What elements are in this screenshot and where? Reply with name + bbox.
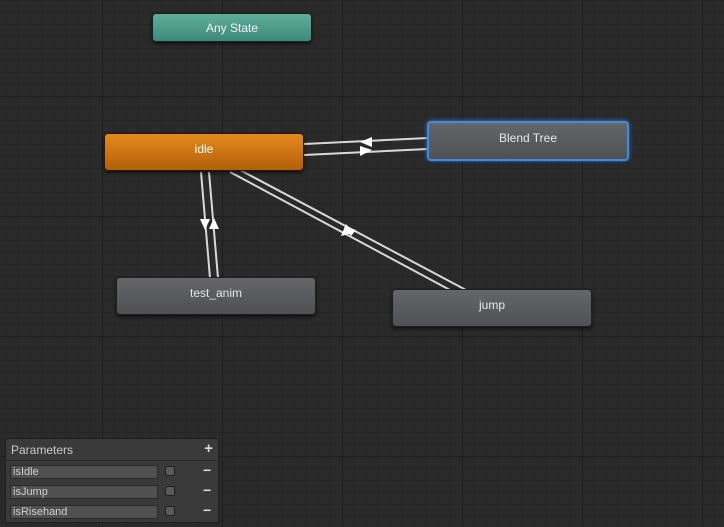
parameters-header: Parameters + (6, 439, 218, 461)
transition-arrow (200, 219, 210, 230)
add-parameter-button[interactable]: + (204, 440, 213, 457)
parameter-row: isRisehand − (6, 501, 218, 521)
state-node-blend-tree[interactable]: Blend Tree (427, 121, 629, 161)
parameter-row: isIdle − (6, 461, 218, 481)
parameters-panel: Parameters + isIdle − isJump − isRisehan… (5, 438, 219, 523)
state-label: Blend Tree (498, 131, 558, 145)
parameter-bool-checkbox[interactable] (165, 486, 175, 496)
parameters-title: Parameters (11, 443, 74, 457)
remove-parameter-button[interactable]: − (203, 462, 211, 478)
state-node-jump[interactable]: jump (392, 289, 592, 327)
parameter-bool-checkbox[interactable] (165, 506, 175, 516)
parameter-name-field[interactable]: isJump (10, 485, 158, 499)
state-node-any-state[interactable]: Any State (152, 13, 312, 42)
transition-arrow (209, 218, 219, 229)
state-label: test_anim (189, 286, 243, 300)
parameter-name-field[interactable]: isRisehand (10, 505, 158, 519)
state-label: Any State (205, 21, 259, 35)
transition-arrow (360, 137, 372, 147)
state-label: idle (194, 142, 214, 156)
state-node-test-anim[interactable]: test_anim (116, 277, 316, 315)
parameter-row: isJump − (6, 481, 218, 501)
state-node-idle[interactable]: idle (104, 133, 304, 171)
transition-line[interactable] (229, 171, 451, 291)
animator-graph-canvas[interactable]: Any State idle Blend Tree test_anim jump… (0, 0, 724, 527)
state-label: jump (478, 298, 505, 312)
parameter-name-field[interactable]: isIdle (10, 465, 158, 479)
parameter-bool-checkbox[interactable] (165, 466, 175, 476)
remove-parameter-button[interactable]: − (203, 482, 211, 498)
remove-parameter-button[interactable]: − (203, 502, 211, 518)
